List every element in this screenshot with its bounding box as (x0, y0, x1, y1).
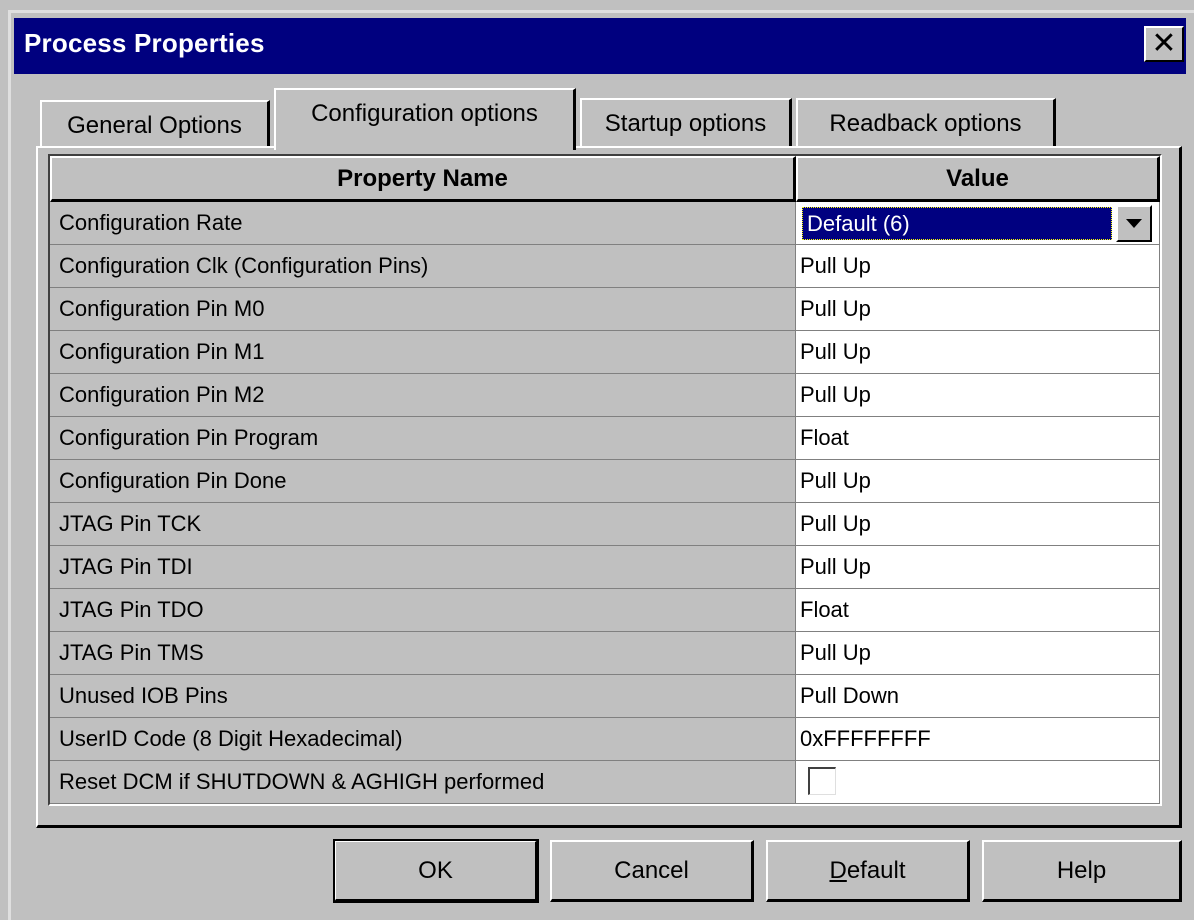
table-row: Unused IOB Pins Pull Down (50, 675, 1160, 718)
property-name-cell[interactable]: Reset DCM if SHUTDOWN & AGHIGH performed (50, 761, 796, 804)
property-value-cell[interactable]: Pull Up (796, 632, 1160, 675)
property-value-cell[interactable]: 0xFFFFFFFF (796, 718, 1160, 761)
tab-label: Startup options (604, 110, 767, 137)
help-button[interactable]: Help (982, 840, 1182, 902)
table-row: JTAG Pin TDO Float (50, 589, 1160, 632)
property-name-cell[interactable]: Configuration Pin M0 (50, 288, 796, 331)
table-row: JTAG Pin TCK Pull Up (50, 503, 1160, 546)
window-title: Process Properties (24, 28, 265, 58)
property-value-cell[interactable] (796, 761, 1160, 804)
table-row: UserID Code (8 Digit Hexadecimal) 0xFFFF… (50, 718, 1160, 761)
column-header-label: Value (946, 164, 1009, 192)
table-row: Reset DCM if SHUTDOWN & AGHIGH performed (50, 761, 1160, 804)
property-value-cell[interactable]: Pull Up (796, 503, 1160, 546)
property-name-cell[interactable]: UserID Code (8 Digit Hexadecimal) (50, 718, 796, 761)
close-icon: ✕ (1151, 27, 1177, 60)
property-grid: Property Name Value Configuration Rate D… (48, 154, 1162, 806)
property-name-cell[interactable]: JTAG Pin TDI (50, 546, 796, 589)
default-button-label: efault (846, 856, 906, 884)
property-value-cell[interactable]: Pull Down (796, 675, 1160, 718)
reset-dcm-checkbox[interactable] (808, 767, 836, 795)
property-value-cell[interactable]: Pull Up (796, 288, 1160, 331)
help-button-label: Help (1056, 856, 1107, 884)
cancel-button-label: Cancel (614, 856, 689, 884)
tab-label: General Options (67, 112, 242, 139)
tab-label: Readback options (829, 110, 1022, 137)
configuration-rate-dropdown[interactable]: Default (6) (802, 207, 1112, 240)
column-header-property-name[interactable]: Property Name (50, 156, 796, 202)
tab-readback-options[interactable]: Readback options (796, 98, 1056, 148)
property-name-cell[interactable]: Configuration Rate (50, 202, 796, 245)
close-button[interactable]: ✕ (1144, 26, 1184, 62)
default-button[interactable]: Default (766, 840, 970, 902)
table-row: Configuration Pin M0 Pull Up (50, 288, 1160, 331)
table-row: Configuration Pin Program Float (50, 417, 1160, 460)
property-value-cell[interactable]: Pull Up (796, 374, 1160, 417)
property-value-cell[interactable]: Pull Up (796, 546, 1160, 589)
table-row: JTAG Pin TMS Pull Up (50, 632, 1160, 675)
dropdown-button[interactable] (1116, 205, 1152, 242)
property-name-cell[interactable]: Configuration Clk (Configuration Pins) (50, 245, 796, 288)
column-header-value[interactable]: Value (796, 156, 1160, 202)
property-value-cell[interactable]: Pull Up (796, 331, 1160, 374)
property-name-cell[interactable]: Configuration Pin M1 (50, 331, 796, 374)
table-row: Configuration Pin M2 Pull Up (50, 374, 1160, 417)
property-name-cell[interactable]: JTAG Pin TCK (50, 503, 796, 546)
property-name-cell[interactable]: Unused IOB Pins (50, 675, 796, 718)
chevron-down-icon (1126, 219, 1142, 228)
cancel-button[interactable]: Cancel (550, 840, 754, 902)
property-name-cell[interactable]: JTAG Pin TMS (50, 632, 796, 675)
property-name-cell[interactable]: JTAG Pin TDO (50, 589, 796, 632)
property-value-cell[interactable]: Default (6) (796, 202, 1160, 245)
title-bar[interactable]: Process Properties ✕ (14, 18, 1186, 74)
ok-button[interactable]: OK (333, 839, 539, 903)
property-value-cell[interactable]: Float (796, 589, 1160, 632)
property-value-cell[interactable]: Float (796, 417, 1160, 460)
tab-label: Configuration options (311, 100, 538, 127)
property-value-cell[interactable]: Pull Up (796, 460, 1160, 503)
tab-startup-options[interactable]: Startup options (580, 98, 792, 148)
default-button-accelerator: D (829, 856, 847, 884)
table-row: Configuration Pin Done Pull Up (50, 460, 1160, 503)
tab-general-options[interactable]: General Options (40, 100, 270, 150)
column-header-label: Property Name (337, 164, 508, 192)
property-name-cell[interactable]: Configuration Pin M2 (50, 374, 796, 417)
tab-configuration-options[interactable]: Configuration options (274, 88, 576, 150)
table-row: JTAG Pin TDI Pull Up (50, 546, 1160, 589)
table-row: Configuration Clk (Configuration Pins) P… (50, 245, 1160, 288)
property-value-cell[interactable]: Pull Up (796, 245, 1160, 288)
ok-button-label: OK (418, 856, 453, 884)
property-name-cell[interactable]: Configuration Pin Program (50, 417, 796, 460)
table-row: Configuration Pin M1 Pull Up (50, 331, 1160, 374)
table-row: Configuration Rate Default (6) (50, 202, 1160, 245)
property-name-cell[interactable]: Configuration Pin Done (50, 460, 796, 503)
